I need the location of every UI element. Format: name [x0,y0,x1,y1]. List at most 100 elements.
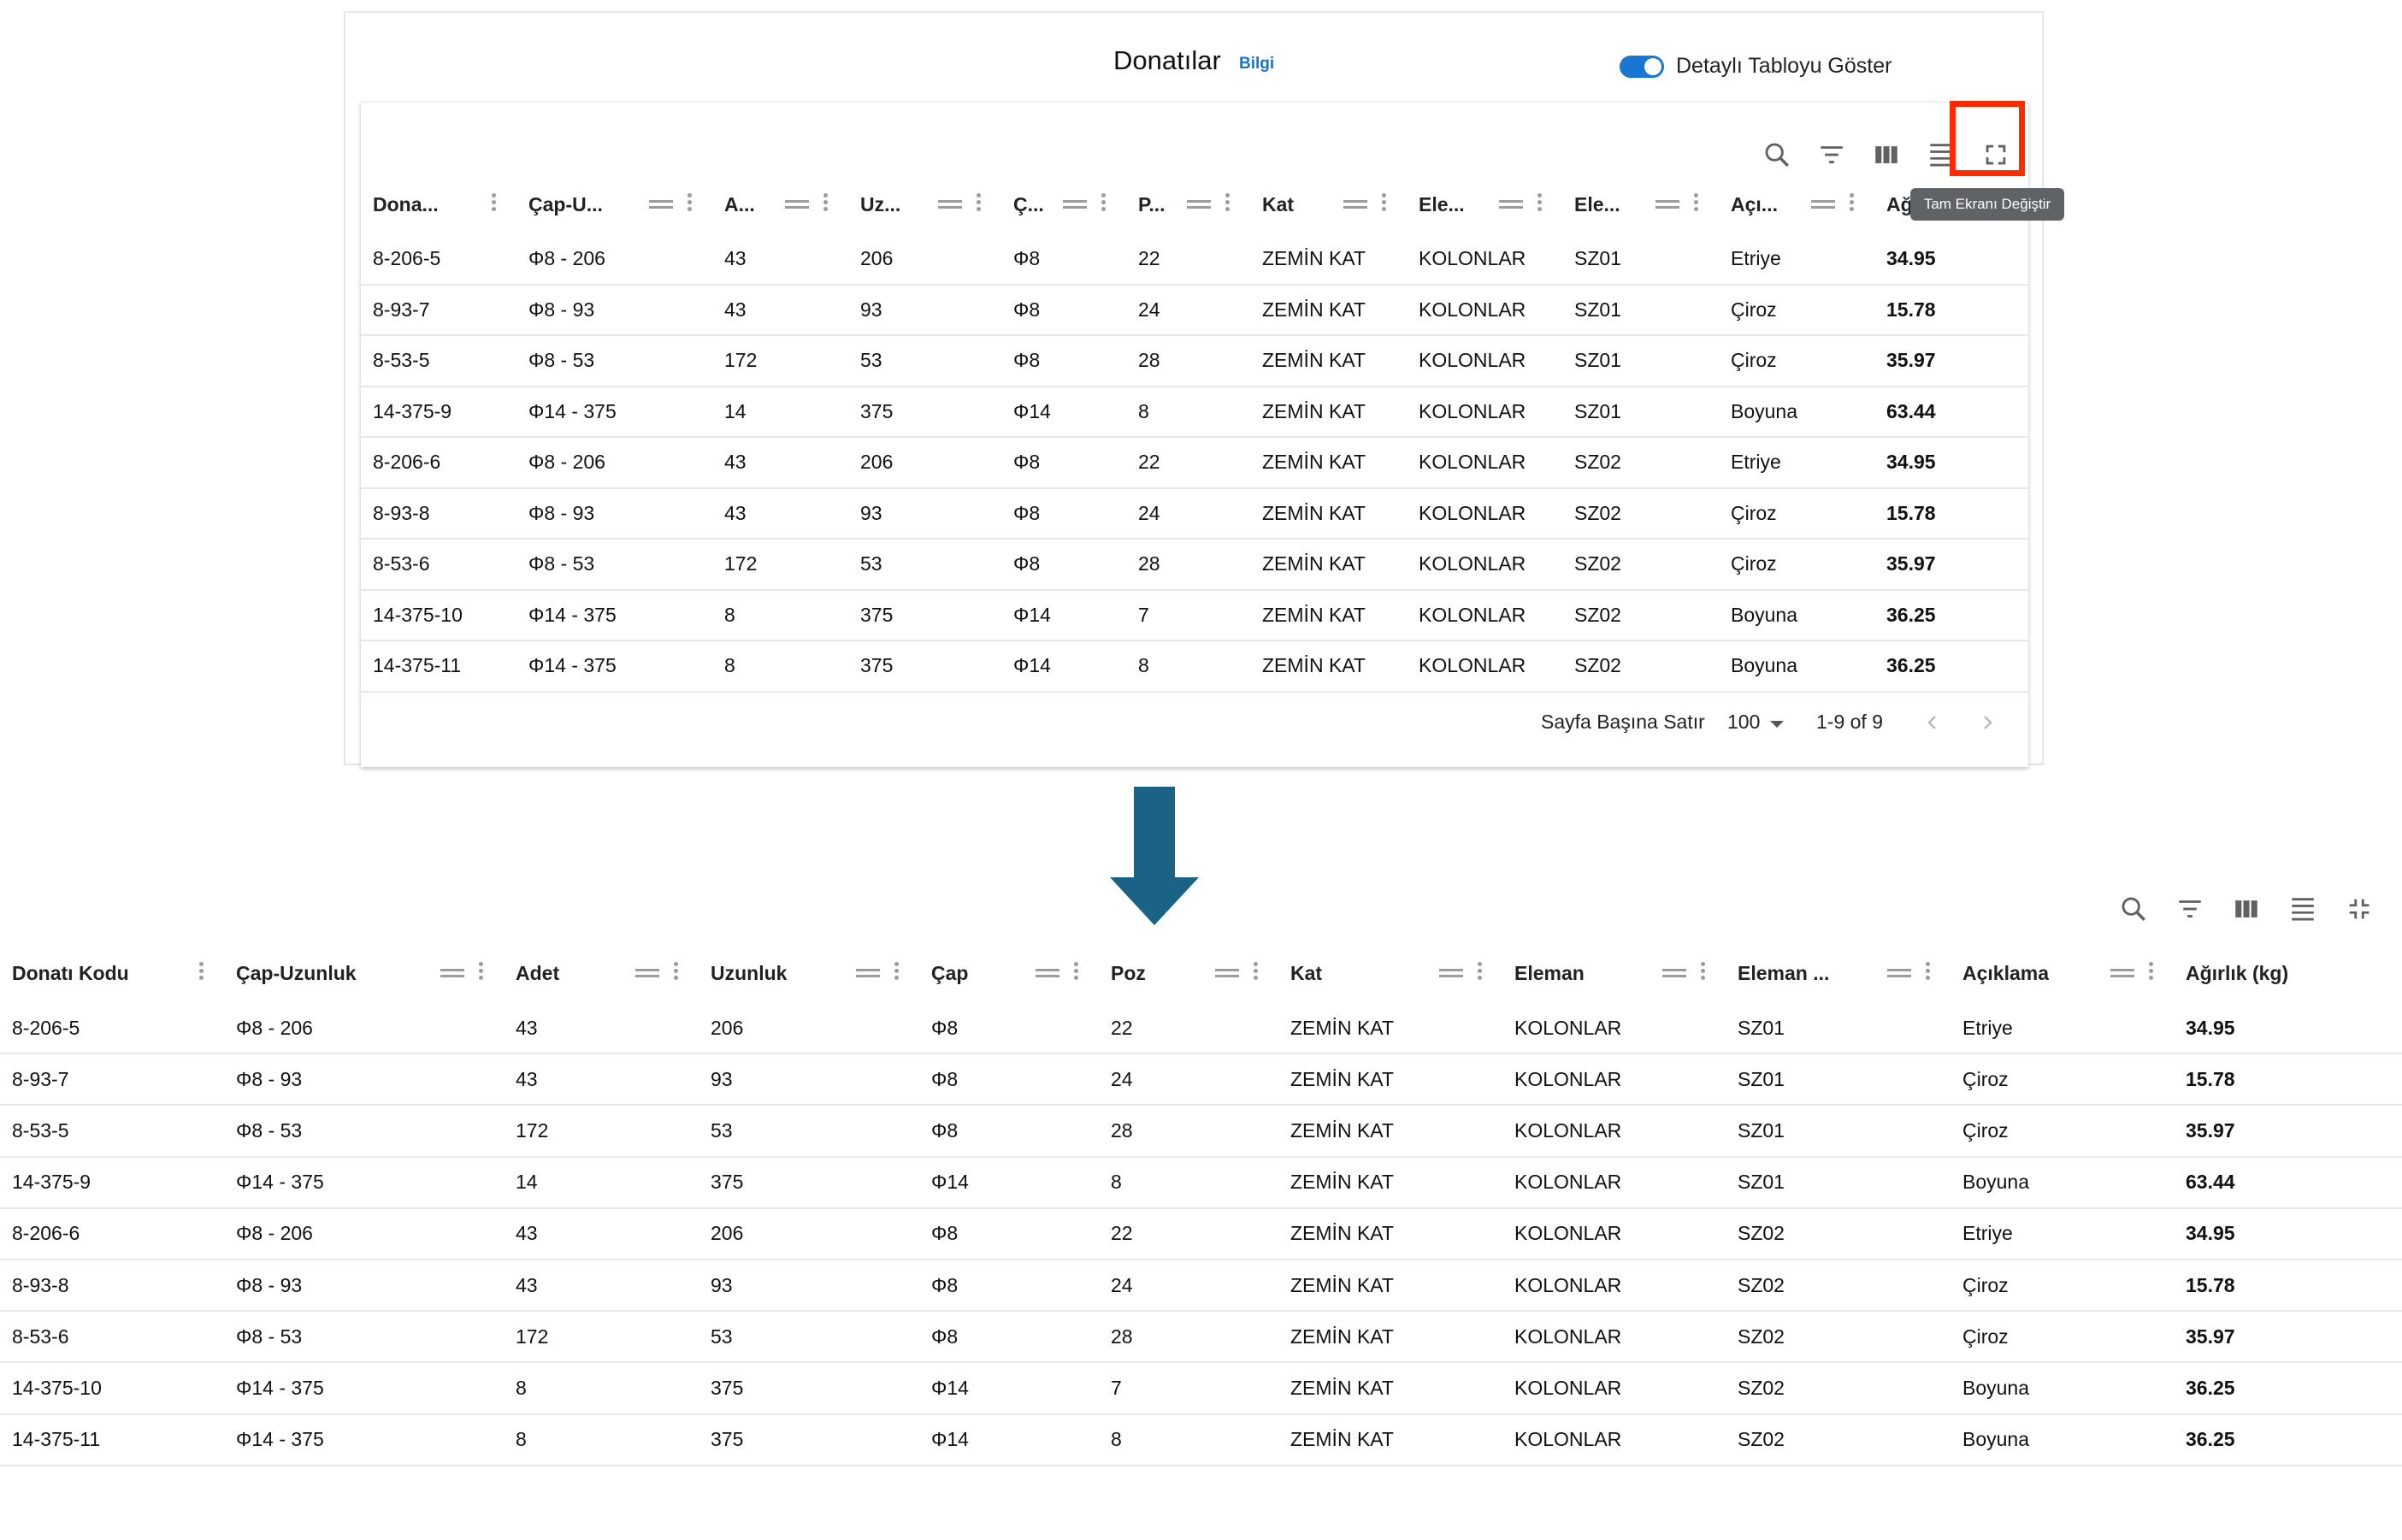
table-row[interactable]: 8-206-5 Φ8 - 206 43 206 Φ8 22 ZEMİN KAT KOLONLA… [361,234,2028,286]
column-menu-icon[interactable] [478,962,483,984]
caret-down-icon[interactable] [1770,721,1784,728]
column-menu-icon[interactable] [1537,193,1542,215]
columns-button[interactable] [2218,881,2275,937]
column-menu-icon[interactable] [976,193,981,215]
table-cell: 34.95 [2186,1016,2235,1039]
column-header[interactable]: A... [712,174,848,234]
table-row[interactable]: 8-93-7 Φ8 - 93 43 93 Φ8 24 ZEMİN KAT KOLONLAR SZ… [0,1054,2402,1106]
column-header[interactable]: Kat [1250,174,1407,234]
table-row[interactable]: 8-53-6 Φ8 - 53 172 53 Φ8 28 ZEMİN KAT KOLONLAR S… [361,540,2028,591]
table-row[interactable]: 8-206-6 Φ8 - 206 43 206 Φ8 22 ZEMİN KAT KOLONLA… [0,1209,2402,1260]
column-header[interactable]: Donatı Kodu [0,943,224,1003]
column-header[interactable]: Uz... [848,174,1001,234]
column-header[interactable]: Çap-Uzunluk [224,943,504,1003]
table-cell: 15.78 [2186,1067,2235,1090]
density-button[interactable] [2275,881,2331,937]
column-header[interactable]: Dona... [361,174,516,234]
column-header[interactable]: Ağırlık (kg) [2174,943,2402,1003]
table-row[interactable]: 8-93-8 Φ8 - 93 43 93 Φ8 24 ZEMİN KAT KOLONLAR SZ… [361,489,2028,540]
table-cell: Φ8 [1013,349,1041,372]
drag-handle-icon[interactable] [856,969,880,977]
column-menu-icon[interactable] [1693,193,1698,215]
drag-handle-icon[interactable] [1662,969,1686,977]
column-header[interactable]: Ç... [1001,174,1126,234]
column-header[interactable]: Ele... [1562,174,1719,234]
table-cell: SZ02 [1738,1222,1785,1245]
column-menu-icon[interactable] [673,962,678,984]
drag-handle-icon[interactable] [1343,200,1367,209]
prev-page-button[interactable] [1915,705,1950,740]
info-link[interactable]: Bilgi [1239,55,1274,74]
column-header[interactable]: Eleman [1502,943,1726,1003]
column-menu-icon[interactable] [894,962,899,984]
column-header[interactable]: Açıklama [1951,943,2174,1003]
column-header[interactable]: P... [1126,174,1250,234]
search-button[interactable] [2105,881,2162,937]
column-menu-icon[interactable] [1849,193,1854,215]
column-menu-icon[interactable] [2148,962,2153,984]
column-menu-icon[interactable] [1381,193,1386,215]
filter-button[interactable] [2162,881,2218,937]
exit-fullscreen-button[interactable] [2331,881,2387,937]
column-header[interactable]: Çap-U... [516,174,712,234]
column-menu-icon[interactable] [198,962,204,984]
drag-handle-icon[interactable] [785,200,809,209]
column-menu-icon[interactable] [1253,962,1258,984]
drag-handle-icon[interactable] [1887,969,1911,977]
drag-handle-icon[interactable] [1811,200,1835,209]
drag-handle-icon[interactable] [938,200,962,209]
table-row[interactable]: 14-375-10 Φ14 - 375 8 375 Φ14 7 ZEMİN KAT KOLON… [0,1363,2402,1415]
table-cell: Φ8 [1013,298,1041,321]
column-menu-icon[interactable] [491,193,496,215]
table-row[interactable]: 14-375-9 Φ14 - 375 14 375 Φ14 8 ZEMİN KAT KOLON… [361,387,2028,438]
drag-handle-icon[interactable] [649,200,673,209]
detailed-table-toggle[interactable] [1620,56,1664,78]
drag-handle-icon[interactable] [1187,200,1211,209]
table-row[interactable]: 14-375-11 Φ14 - 375 8 375 Φ14 8 ZEMİN KAT KOLON… [0,1415,2402,1466]
table-row[interactable]: 14-375-10 Φ14 - 375 8 375 Φ14 7 ZEMİN KAT KOLON… [361,591,2028,641]
column-header[interactable]: Eleman ... [1726,943,1951,1003]
rows-per-page-select[interactable]: 100 [1727,711,1760,734]
drag-handle-icon[interactable] [1499,200,1523,209]
table-cell: 34.95 [2186,1222,2235,1245]
drag-handle-icon[interactable] [1439,969,1463,977]
column-menu-icon[interactable] [1477,962,1482,984]
column-header[interactable]: Uzunluk [699,943,919,1003]
column-menu-icon[interactable] [1225,193,1230,215]
data-table: Dona... Çap-U... A... Uz... Ç... P... Kat Ele..… [361,101,2028,767]
column-header[interactable]: Açı... [1719,174,1874,234]
table-row[interactable]: 8-53-5 Φ8 - 53 172 53 Φ8 28 ZEMİN KAT KOLONLAR S… [361,336,2028,387]
table-row[interactable]: 8-93-8 Φ8 - 93 43 93 Φ8 24 ZEMİN KAT KOLONLAR SZ… [0,1260,2402,1313]
table-row[interactable]: 14-375-9 Φ14 - 375 14 375 Φ14 8 ZEMİN KAT KOLON… [0,1158,2402,1209]
column-header[interactable]: Adet [504,943,699,1003]
column-header[interactable]: Poz [1099,943,1278,1003]
table-cell: Çiroz [1962,1325,2009,1348]
table-row[interactable]: 8-206-5 Φ8 - 206 43 206 Φ8 22 ZEMİN KAT KOLONLA… [0,1003,2402,1055]
table-cell: 8-93-7 [12,1067,69,1090]
drag-handle-icon[interactable] [1063,200,1087,209]
table-row[interactable]: 8-53-6 Φ8 - 53 172 53 Φ8 28 ZEMİN KAT KOLONLAR S… [0,1312,2402,1364]
column-menu-icon[interactable] [1700,962,1705,984]
drag-handle-icon[interactable] [2110,969,2134,977]
table-row[interactable]: 8-93-7 Φ8 - 93 43 93 Φ8 24 ZEMİN KAT KOLONLAR SZ… [361,286,2028,336]
exit-fullscreen-icon [2349,899,2370,919]
next-page-button[interactable] [1970,705,2004,740]
column-menu-icon[interactable] [823,193,828,215]
column-menu-icon[interactable] [1925,962,1930,984]
column-header[interactable]: Çap [919,943,1099,1003]
table-row[interactable]: 14-375-11 Φ14 - 375 8 375 Φ14 8 ZEMİN KAT KOLON… [361,641,2028,693]
column-header[interactable]: Kat [1278,943,1502,1003]
drag-handle-icon[interactable] [1215,969,1239,977]
table-cell: Φ8 - 53 [236,1325,303,1348]
column-menu-icon[interactable] [687,193,692,215]
column-header[interactable]: Ele... [1407,174,1562,234]
drag-handle-icon[interactable] [1655,200,1679,209]
table-row[interactable]: 8-206-6 Φ8 - 206 43 206 Φ8 22 ZEMİN KAT KOLONLA… [361,438,2028,489]
drag-handle-icon[interactable] [635,969,659,977]
column-menu-icon[interactable] [1073,962,1078,984]
column-menu-icon[interactable] [1101,193,1106,215]
drag-handle-icon[interactable] [440,969,464,977]
table-row[interactable]: 8-53-5 Φ8 - 53 172 53 Φ8 28 ZEMİN KAT KOLONLAR S… [0,1106,2402,1158]
drag-handle-icon[interactable] [1036,969,1059,977]
table-cell: Φ8 [1013,501,1041,524]
